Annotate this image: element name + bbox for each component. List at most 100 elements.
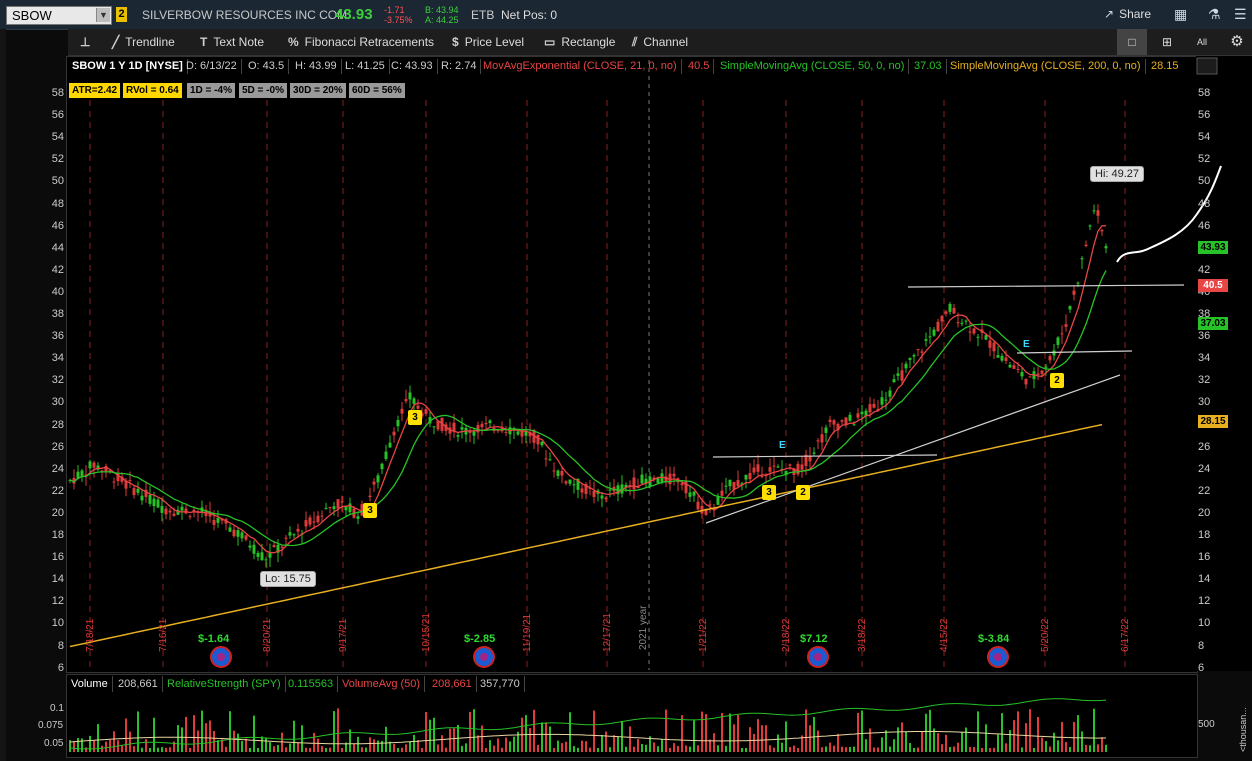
date-label: 10/15/21 bbox=[421, 613, 432, 652]
price-tick: 10 bbox=[51, 617, 64, 630]
candle-body bbox=[128, 480, 132, 482]
earnings-marker[interactable]: E bbox=[779, 440, 786, 451]
candle-body bbox=[1016, 368, 1020, 370]
volume-bar bbox=[633, 746, 635, 752]
candle-body bbox=[544, 458, 548, 460]
dividend-icon[interactable] bbox=[987, 646, 1009, 668]
volume-bar bbox=[1025, 723, 1027, 752]
candle-body bbox=[460, 427, 464, 430]
candle-body bbox=[416, 405, 420, 409]
volume-bar bbox=[841, 746, 843, 752]
price-tick: 34 bbox=[51, 352, 64, 365]
volume-bar bbox=[489, 740, 491, 752]
volume-bar bbox=[501, 747, 503, 752]
candle-body bbox=[796, 463, 800, 475]
volume-bar bbox=[377, 740, 379, 752]
dividend-icon[interactable] bbox=[473, 646, 495, 668]
candle-body bbox=[168, 510, 172, 513]
volume-bar bbox=[617, 736, 619, 752]
sma200-line bbox=[69, 423, 1103, 648]
volume-bar bbox=[1065, 741, 1067, 752]
candle-body bbox=[372, 481, 376, 485]
volume-bar bbox=[557, 740, 559, 752]
candle-body bbox=[656, 478, 660, 483]
candle-body bbox=[988, 340, 992, 348]
volume-bar bbox=[405, 744, 407, 752]
rs-value: 0.115563 bbox=[284, 676, 339, 692]
volume-bar bbox=[225, 746, 227, 752]
pattern-marker[interactable]: 3 bbox=[762, 485, 776, 500]
volume-bar bbox=[265, 738, 267, 752]
volume-bar bbox=[465, 743, 467, 752]
volume-bar bbox=[1105, 744, 1107, 752]
volume-bar bbox=[133, 746, 135, 752]
volume-bar bbox=[161, 747, 163, 752]
volume-bar bbox=[961, 731, 963, 752]
volume-bar bbox=[141, 747, 143, 752]
volume-bar bbox=[925, 713, 927, 752]
volume-bar bbox=[317, 738, 319, 752]
candle-body bbox=[1100, 229, 1104, 232]
candle-body bbox=[1060, 333, 1064, 335]
volume-bar bbox=[485, 747, 487, 752]
volume-bar bbox=[677, 746, 679, 752]
price-tick: 8 bbox=[1198, 639, 1205, 652]
candle-body bbox=[860, 411, 864, 415]
pattern-marker[interactable]: 3 bbox=[363, 503, 377, 518]
volume-bar bbox=[753, 733, 755, 752]
volume-bar bbox=[733, 724, 735, 752]
candle-body bbox=[240, 532, 244, 539]
candle-body bbox=[112, 481, 116, 483]
volume-bar bbox=[93, 740, 95, 752]
volume-bar bbox=[97, 724, 99, 752]
dividend-icon[interactable] bbox=[807, 646, 829, 668]
pattern-marker[interactable]: 2 bbox=[1050, 373, 1064, 388]
volume-bar bbox=[89, 735, 91, 752]
volume-bar bbox=[1033, 747, 1035, 752]
volume-bar bbox=[929, 709, 931, 752]
d60-stat: 60D = 56% bbox=[349, 83, 405, 98]
candle-body bbox=[1084, 244, 1088, 247]
volume-bar bbox=[741, 747, 743, 752]
pattern-marker[interactable]: 3 bbox=[408, 410, 422, 425]
earnings-marker[interactable]: E bbox=[1023, 339, 1030, 350]
candle-body bbox=[488, 420, 492, 424]
candle-body bbox=[768, 467, 772, 472]
volume-bar bbox=[333, 711, 335, 752]
candle-body bbox=[888, 390, 892, 397]
rs-label: RelativeStrength (SPY) bbox=[163, 676, 286, 692]
price-tick: 18 bbox=[51, 529, 64, 541]
volume-bar bbox=[785, 721, 787, 752]
dividend-amount: $7.12 bbox=[800, 633, 828, 645]
volume-bar bbox=[1005, 743, 1007, 752]
dividend-icon[interactable] bbox=[210, 646, 232, 668]
candle-body bbox=[412, 398, 416, 404]
d1-stat: 1D = -4% bbox=[187, 83, 235, 98]
candle-body bbox=[564, 481, 568, 484]
volume-unit: <thousan... bbox=[1238, 707, 1248, 752]
pattern-marker[interactable]: 2 bbox=[796, 485, 810, 500]
candle-body bbox=[272, 545, 276, 547]
sma50-label: SimpleMovingAvg (CLOSE, 50, 0, no) bbox=[716, 59, 910, 74]
ohlc-low: L: 41.25 bbox=[341, 59, 390, 74]
relative-strength-line bbox=[69, 698, 1107, 750]
candle-body bbox=[400, 408, 404, 414]
price-tick: 24 bbox=[51, 462, 64, 475]
price-tick: 46 bbox=[51, 219, 64, 232]
candle-body bbox=[896, 373, 900, 376]
volume-bar bbox=[237, 733, 239, 752]
volavg-label: VolumeAvg (50) bbox=[338, 676, 426, 692]
volume-bar bbox=[681, 715, 683, 752]
volume-bar bbox=[529, 728, 531, 752]
volume-bar bbox=[885, 730, 887, 752]
volume-bar bbox=[185, 716, 187, 752]
volume-bar bbox=[777, 734, 779, 752]
volume-bar bbox=[241, 741, 243, 752]
price-tick: 16 bbox=[1198, 551, 1211, 564]
candle-body bbox=[972, 328, 976, 334]
candle-body bbox=[172, 513, 176, 516]
volume-bar bbox=[813, 717, 815, 752]
date-label: 7/16/21 bbox=[158, 618, 169, 652]
volume-bar bbox=[809, 725, 811, 752]
candle-body bbox=[964, 320, 968, 322]
